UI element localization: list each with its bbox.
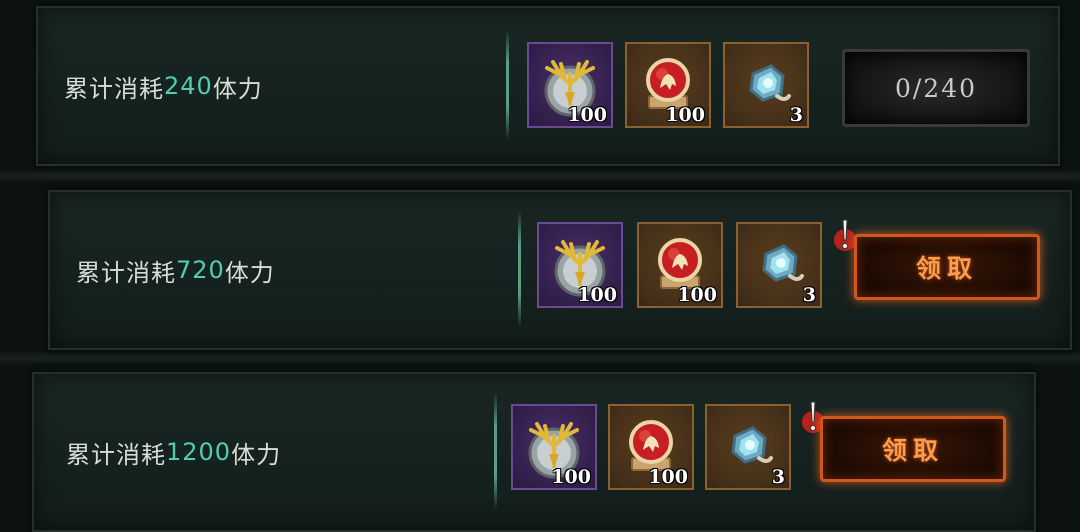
quest-amount: 240 (164, 72, 213, 100)
reward-count: 3 (789, 104, 803, 126)
reward-slot[interactable]: 100 (511, 404, 597, 490)
reward-count: 3 (802, 284, 816, 306)
row-separator (0, 168, 1080, 184)
quest-row-720: 累计消耗 720 体力 100 100 3 领取 (48, 190, 1072, 350)
quest-title: 累计消耗 720 体力 (76, 192, 275, 348)
reward-count: 100 (577, 284, 617, 306)
quest-title-prefix: 累计消耗 (64, 74, 164, 103)
reward-count: 100 (677, 284, 717, 306)
reward-slot[interactable]: 3 (705, 404, 791, 490)
row-separator (0, 350, 1080, 366)
reward-slot[interactable]: 3 (723, 42, 809, 128)
progress-button[interactable]: 0/240 (842, 49, 1030, 127)
claim-button[interactable]: 领取 (820, 416, 1006, 482)
divider-line (518, 210, 521, 328)
reward-count: 100 (665, 104, 705, 126)
reward-slot[interactable]: 100 (625, 42, 711, 128)
reward-slot[interactable]: 100 (537, 222, 623, 308)
reward-slot[interactable]: 100 (637, 222, 723, 308)
quest-amount: 1200 (166, 438, 232, 466)
claim-button[interactable]: 领取 (854, 234, 1040, 300)
divider-line (506, 30, 509, 140)
quest-title: 累计消耗 240 体力 (64, 8, 263, 164)
reward-count: 3 (771, 466, 785, 488)
reward-slot[interactable]: 100 (527, 42, 613, 128)
reward-count: 100 (567, 104, 607, 126)
quest-reward-screen: 累计消耗 240 体力 100 100 3 0/240 累计消耗 720 体力 … (0, 0, 1080, 532)
claim-label: 领取 (881, 436, 944, 465)
claim-label: 领取 (915, 254, 978, 283)
progress-label: 0/240 (894, 73, 978, 103)
reward-count: 100 (648, 466, 688, 488)
reward-slot[interactable]: 3 (736, 222, 822, 308)
quest-title-prefix: 累计消耗 (66, 440, 166, 469)
quest-title-suffix: 体力 (224, 258, 275, 287)
quest-row-1200: 累计消耗 1200 体力 100 100 3 领取 (32, 372, 1036, 532)
quest-title: 累计消耗 1200 体力 (66, 374, 281, 530)
quest-title-suffix: 体力 (212, 74, 263, 103)
reward-slot[interactable]: 100 (608, 404, 694, 490)
divider-line (494, 392, 497, 510)
quest-row-240: 累计消耗 240 体力 100 100 3 0/240 (36, 6, 1060, 166)
quest-title-suffix: 体力 (231, 440, 282, 469)
reward-count: 100 (551, 466, 591, 488)
quest-title-prefix: 累计消耗 (76, 258, 176, 287)
quest-amount: 720 (176, 256, 225, 284)
